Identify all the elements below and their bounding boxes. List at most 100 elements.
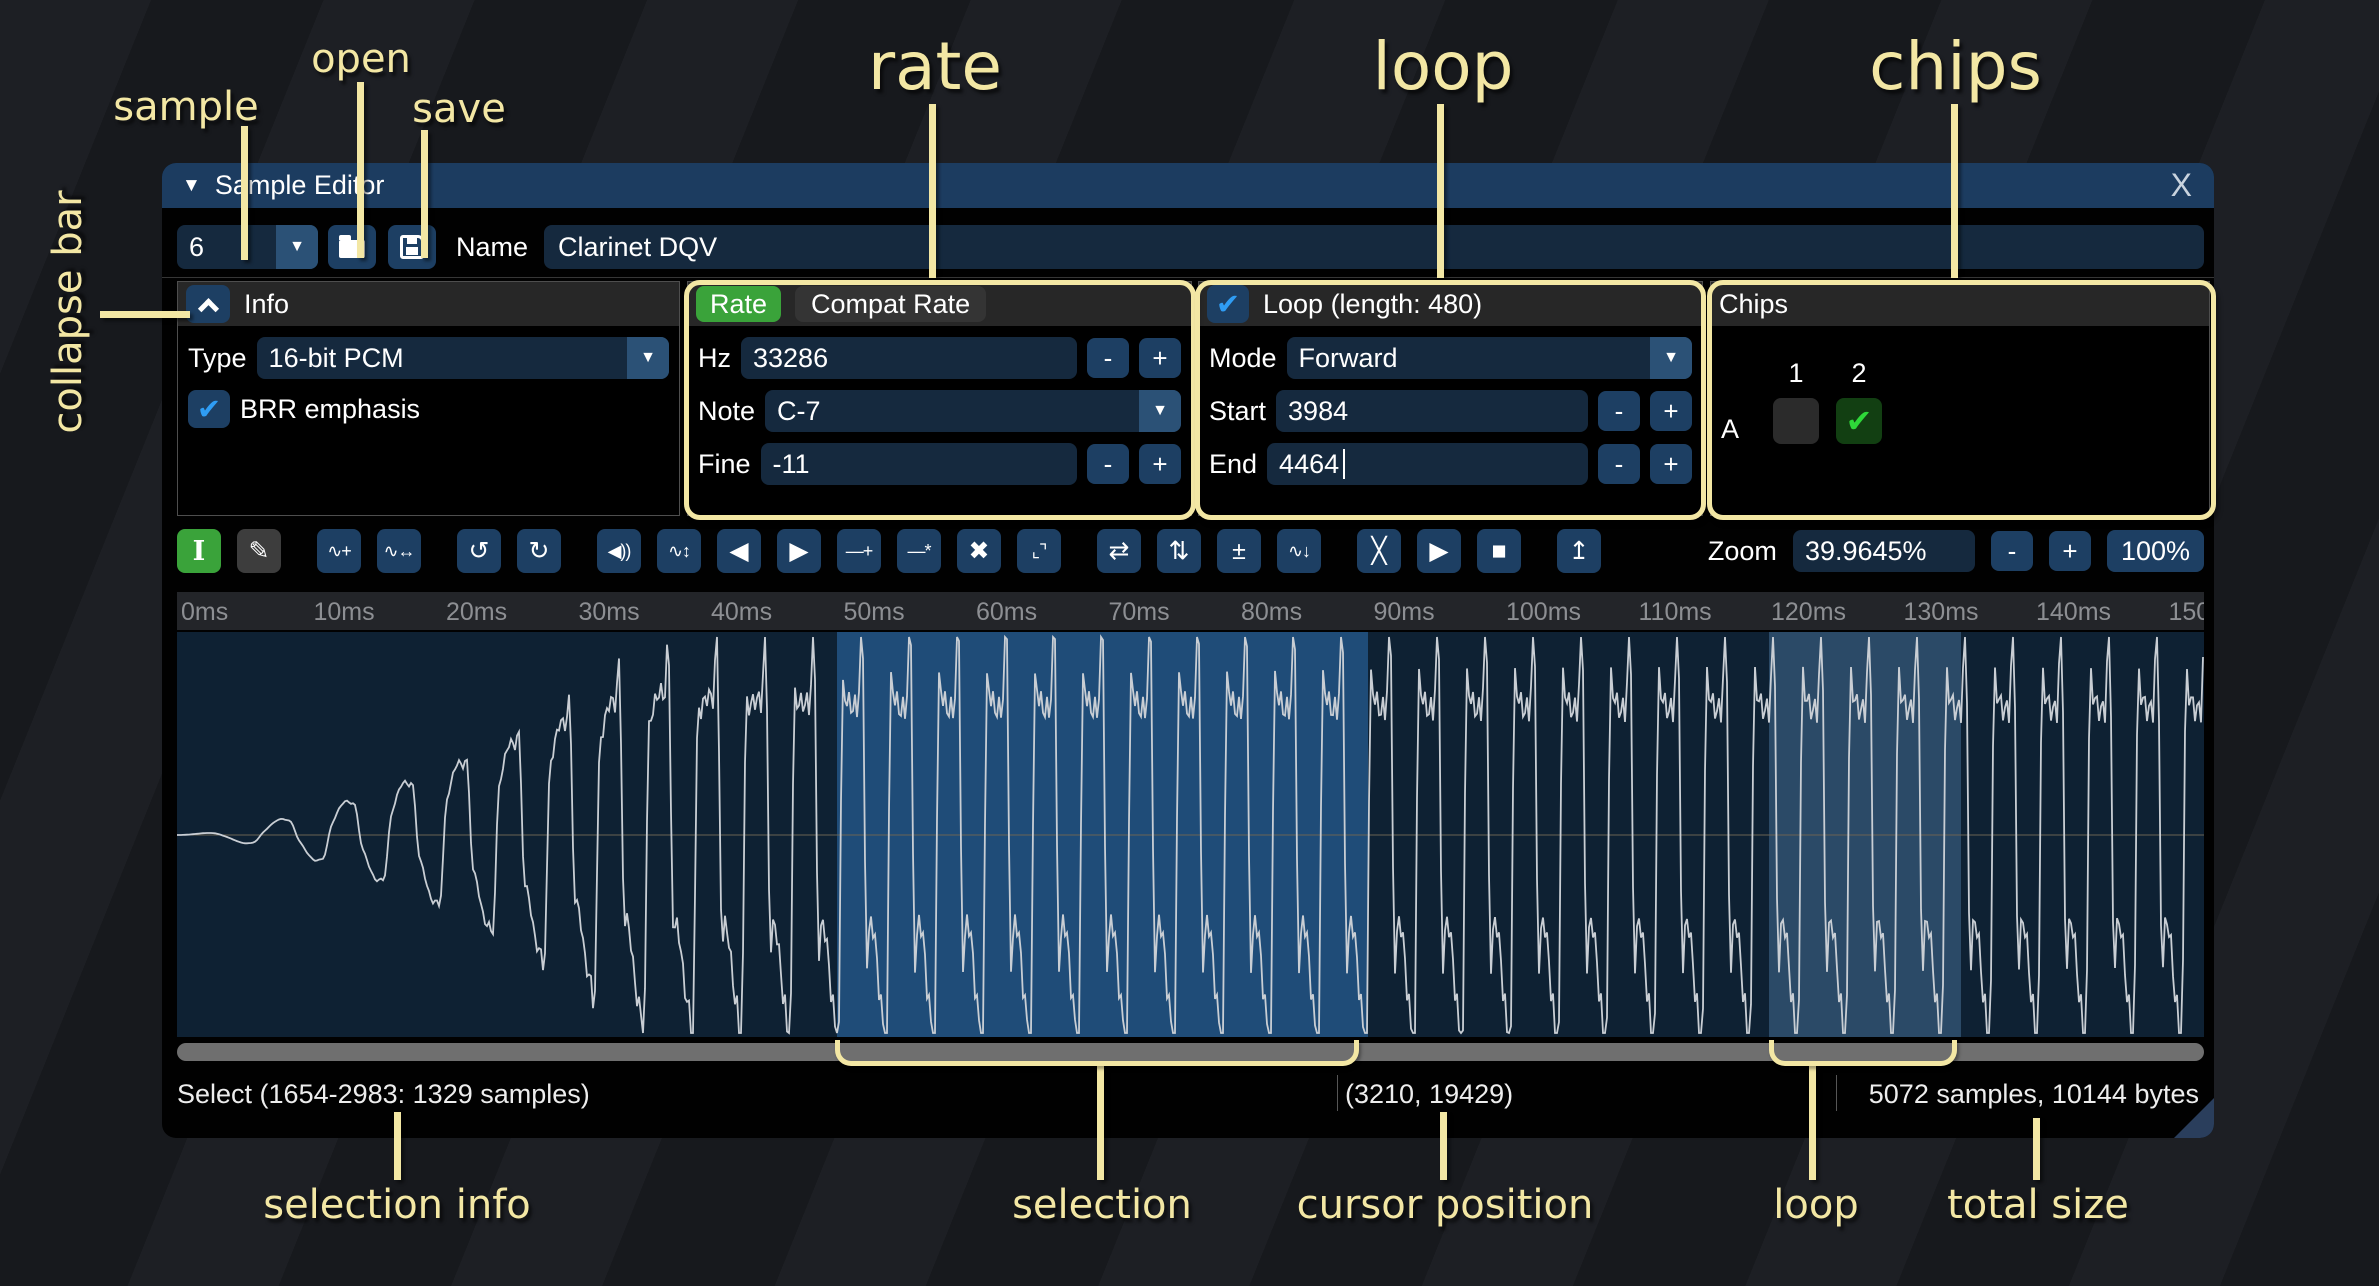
time-ruler[interactable]: 0ms10ms20ms30ms40ms50ms60ms70ms80ms90ms1… xyxy=(177,592,2204,630)
preview-button[interactable]: ▶ xyxy=(1417,529,1461,573)
chip-2-checkbox[interactable]: ✔ xyxy=(1836,398,1882,444)
loop-start-input[interactable]: 3984 xyxy=(1276,390,1588,432)
annotation-loop-label: loop xyxy=(1358,28,1528,105)
create-instrument-button[interactable]: ↥ xyxy=(1557,529,1601,573)
selection-info-text: Select (1654-2983: 1329 samples) xyxy=(177,1079,590,1110)
ruler-tick-label: 130ms xyxy=(1904,598,1979,627)
chip-1-checkbox[interactable] xyxy=(1773,398,1819,444)
collapse-panel-button[interactable] xyxy=(186,285,230,323)
apply-silence-button[interactable]: —* xyxy=(897,529,941,573)
sample-type-select[interactable]: 16-bit PCM ▼ xyxy=(257,337,669,379)
loop-end-label: End xyxy=(1209,449,1257,480)
ruler-tick-label: 30ms xyxy=(579,598,640,627)
loop-end-input[interactable]: 4464 xyxy=(1267,443,1588,485)
window-title: Sample Editor xyxy=(215,170,385,201)
window-collapse-icon[interactable]: ▼ xyxy=(182,175,201,197)
chevron-down-icon[interactable]: ▼ xyxy=(276,225,318,269)
sample-controls-row: 6 ▼ Name Clarinet DQV xyxy=(177,221,2204,273)
note-select[interactable]: C-7 ▼ xyxy=(765,390,1181,432)
loop-enable-checkbox[interactable]: ✔ xyxy=(1207,285,1249,323)
check-icon: ✔ xyxy=(197,392,221,427)
loop-start-value: 3984 xyxy=(1288,396,1348,427)
ruler-tick-label: 100ms xyxy=(1506,598,1581,627)
open-sample-button[interactable] xyxy=(328,225,376,269)
signed-unsigned-button[interactable]: ± xyxy=(1217,529,1261,573)
annotation-chips-label: chips xyxy=(1848,28,2063,105)
redo-button[interactable]: ↻ xyxy=(517,529,561,573)
check-icon: ✔ xyxy=(1846,402,1873,440)
chevron-down-icon: ▼ xyxy=(627,337,669,379)
page-background: ▼ Sample Editor X 6 ▼ Name Clarinet DQV xyxy=(0,0,2379,1286)
sample-toolbar: I ✎ ∿+ ∿↔ ↺ ↻ ◀)) ∿↕ ◀ ▶ —+ —* ✖ ⌞⌝ ⇄ ⇅ ± ∿↓ ╳ ▶ ■ ↥ Zoom 39.… xyxy=(177,529,2204,573)
delete-button[interactable]: ✖ xyxy=(957,529,1001,573)
loop-panel-title: Loop (length: 480) xyxy=(1263,289,1482,320)
filter-button[interactable]: ∿↓ xyxy=(1277,529,1321,573)
text-cursor xyxy=(1343,449,1345,479)
save-sample-button[interactable] xyxy=(388,225,436,269)
close-button[interactable]: X xyxy=(2171,167,2192,204)
undo-button[interactable]: ↺ xyxy=(457,529,501,573)
trim-button[interactable]: ⌞⌝ xyxy=(1017,529,1061,573)
stop-preview-button[interactable]: ■ xyxy=(1477,529,1521,573)
hz-increment-button[interactable]: + xyxy=(1139,338,1181,378)
insert-silence-button[interactable]: —+ xyxy=(837,529,881,573)
amplify-button[interactable]: ◀)) xyxy=(597,529,641,573)
sample-name-value: Clarinet DQV xyxy=(558,232,717,263)
loop-end-decrement-button[interactable]: - xyxy=(1598,444,1640,484)
annotation-selection-info-label: selection info xyxy=(230,1182,564,1228)
ruler-tick-label: 50ms xyxy=(844,598,905,627)
hz-decrement-button[interactable]: - xyxy=(1087,338,1129,378)
ruler-tick-label: 60ms xyxy=(976,598,1037,627)
horizontal-scrollbar[interactable] xyxy=(177,1043,2204,1061)
zoom-label: Zoom xyxy=(1708,536,1777,567)
sample-number-combo[interactable]: 6 ▼ xyxy=(177,225,318,269)
tab-compat-rate[interactable]: Compat Rate xyxy=(795,286,986,322)
loop-start-increment-button[interactable]: + xyxy=(1650,391,1692,431)
mode-label: Mode xyxy=(1209,343,1277,374)
resample-button[interactable]: ∿↔ xyxy=(377,529,421,573)
fade-in-button[interactable]: ◀ xyxy=(717,529,761,573)
zoom-reset-button[interactable]: 100% xyxy=(2107,530,2204,572)
resize-button[interactable]: ∿+ xyxy=(317,529,361,573)
waveform-canvas[interactable] xyxy=(177,632,2204,1037)
zoom-value-input[interactable]: 39.9645% xyxy=(1793,530,1975,572)
note-label: Note xyxy=(698,396,755,427)
zoom-out-button[interactable]: - xyxy=(1991,531,2033,571)
ruler-tick-label: 80ms xyxy=(1241,598,1302,627)
info-panel: Info Type 16-bit PCM ▼ ✔ BRR emphasis xyxy=(177,281,680,516)
chips-panel: Chips 1 2 A ✔ xyxy=(1710,281,2210,516)
loop-start-decrement-button[interactable]: - xyxy=(1598,391,1640,431)
invert-button[interactable]: ⇅ xyxy=(1157,529,1201,573)
loop-start-label: Start xyxy=(1209,396,1266,427)
brr-emphasis-checkbox[interactable]: ✔ xyxy=(188,390,230,428)
ruler-tick-label: 120ms xyxy=(1771,598,1846,627)
ruler-tick-label: 70ms xyxy=(1109,598,1170,627)
floppy-disk-icon xyxy=(400,235,424,259)
edit-mode-select-button[interactable]: I xyxy=(177,529,221,573)
zoom-in-button[interactable]: + xyxy=(2049,531,2091,571)
ruler-tick-label: 150ms xyxy=(2169,598,2205,627)
cursor-position-text: (3210, 19429) xyxy=(1345,1079,1513,1110)
waveform-view[interactable] xyxy=(177,632,2204,1037)
ruler-tick-label: 110ms xyxy=(1639,598,1712,627)
tab-rate[interactable]: Rate xyxy=(696,286,781,322)
ruler-tick-label: 140ms xyxy=(2036,598,2111,627)
chip-column-1-label: 1 xyxy=(1773,358,1819,389)
normalize-button[interactable]: ∿↕ xyxy=(657,529,701,573)
fine-value: -11 xyxy=(773,449,810,480)
sample-name-input[interactable]: Clarinet DQV xyxy=(544,225,2204,269)
crossfade-button[interactable]: ╳ xyxy=(1357,529,1401,573)
resize-grip[interactable] xyxy=(2174,1098,2214,1138)
loop-end-increment-button[interactable]: + xyxy=(1650,444,1692,484)
annotation-save-label: save xyxy=(396,86,522,132)
window-titlebar[interactable]: ▼ Sample Editor X xyxy=(162,163,2214,208)
reverse-button[interactable]: ⇄ xyxy=(1097,529,1141,573)
loop-mode-select[interactable]: Forward ▼ xyxy=(1287,337,1692,379)
rate-panel: Rate Compat Rate Hz 33286 - + Note C-7 ▼… xyxy=(687,281,1192,516)
fade-out-button[interactable]: ▶ xyxy=(777,529,821,573)
fine-decrement-button[interactable]: - xyxy=(1087,444,1129,484)
fine-input[interactable]: -11 xyxy=(761,443,1077,485)
fine-increment-button[interactable]: + xyxy=(1139,444,1181,484)
hz-input[interactable]: 33286 xyxy=(741,337,1077,379)
edit-mode-draw-button[interactable]: ✎ xyxy=(237,529,281,573)
